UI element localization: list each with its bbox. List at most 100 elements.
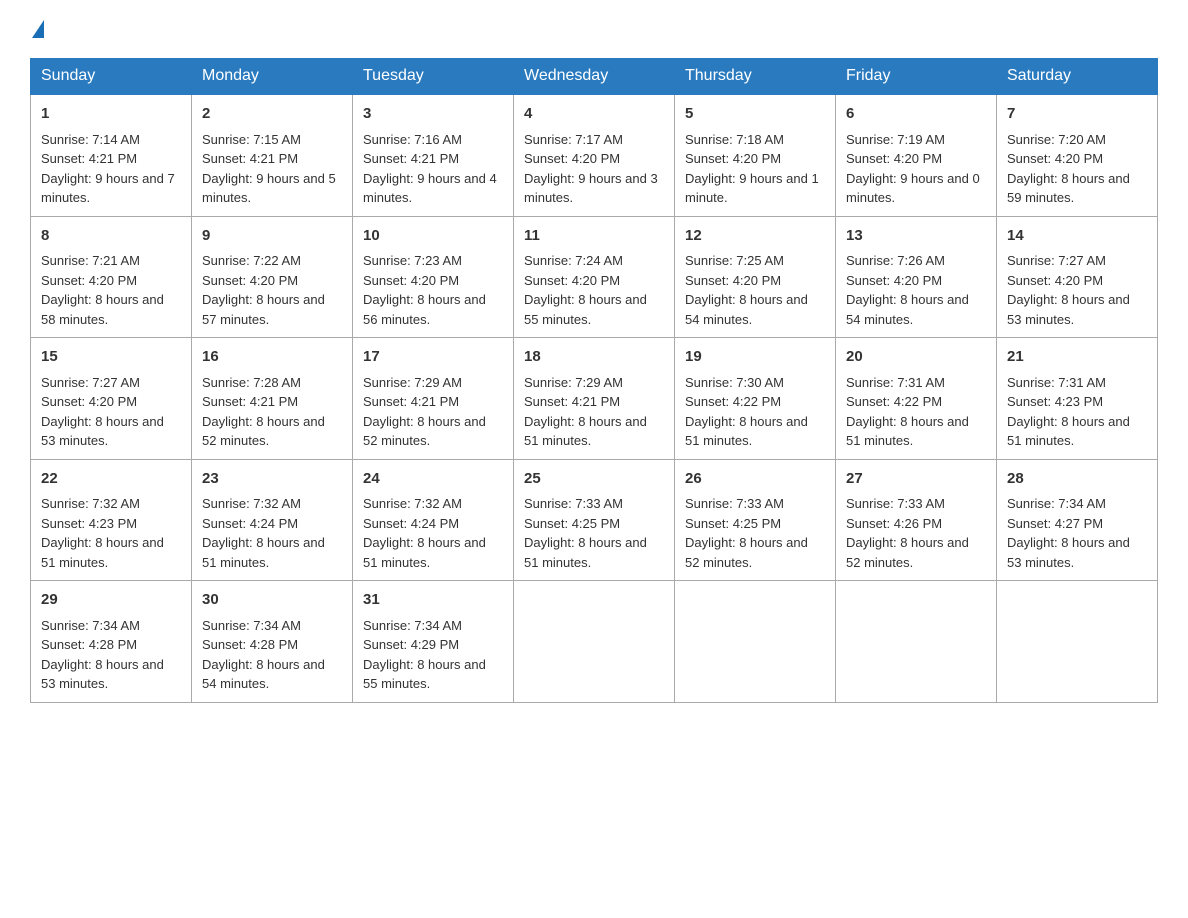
logo-triangle-icon bbox=[32, 20, 44, 38]
weekday-header-saturday: Saturday bbox=[997, 59, 1158, 95]
sunrise-info: Sunrise: 7:14 AM bbox=[41, 132, 140, 147]
sunrise-info: Sunrise: 7:19 AM bbox=[846, 132, 945, 147]
daylight-info: Daylight: 8 hours and 51 minutes. bbox=[363, 535, 486, 570]
daylight-info: Daylight: 9 hours and 0 minutes. bbox=[846, 171, 980, 206]
calendar-table: SundayMondayTuesdayWednesdayThursdayFrid… bbox=[30, 58, 1158, 703]
calendar-cell: 17Sunrise: 7:29 AMSunset: 4:21 PMDayligh… bbox=[353, 338, 514, 460]
sunrise-info: Sunrise: 7:27 AM bbox=[1007, 253, 1106, 268]
weekday-header-monday: Monday bbox=[192, 59, 353, 95]
day-number: 18 bbox=[524, 346, 664, 369]
sunrise-info: Sunrise: 7:34 AM bbox=[41, 618, 140, 633]
daylight-info: Daylight: 8 hours and 51 minutes. bbox=[524, 535, 647, 570]
day-number: 9 bbox=[202, 225, 342, 248]
daylight-info: Daylight: 8 hours and 51 minutes. bbox=[524, 414, 647, 449]
day-number: 8 bbox=[41, 225, 181, 248]
sunset-info: Sunset: 4:20 PM bbox=[202, 273, 298, 288]
calendar-cell: 5Sunrise: 7:18 AMSunset: 4:20 PMDaylight… bbox=[675, 94, 836, 216]
calendar-cell: 26Sunrise: 7:33 AMSunset: 4:25 PMDayligh… bbox=[675, 459, 836, 581]
weekday-header-friday: Friday bbox=[836, 59, 997, 95]
sunrise-info: Sunrise: 7:26 AM bbox=[846, 253, 945, 268]
daylight-info: Daylight: 8 hours and 59 minutes. bbox=[1007, 171, 1130, 206]
sunrise-info: Sunrise: 7:20 AM bbox=[1007, 132, 1106, 147]
daylight-info: Daylight: 9 hours and 1 minute. bbox=[685, 171, 819, 206]
sunset-info: Sunset: 4:20 PM bbox=[524, 151, 620, 166]
calendar-cell: 20 Sunrise: 7:31 AM Sunset: 4:22 PM Dayligh… bbox=[836, 338, 997, 460]
calendar-cell: 12Sunrise: 7:25 AMSunset: 4:20 PMDayligh… bbox=[675, 216, 836, 338]
calendar-cell: 30Sunrise: 7:34 AMSunset: 4:28 PMDayligh… bbox=[192, 581, 353, 703]
calendar-cell: 7Sunrise: 7:20 AMSunset: 4:20 PMDaylight… bbox=[997, 94, 1158, 216]
day-number: 1 bbox=[41, 103, 181, 126]
logo bbox=[30, 20, 46, 38]
sunrise-info: Sunrise: 7:31 AM bbox=[1007, 375, 1106, 390]
daylight-info: Daylight: 8 hours and 52 minutes. bbox=[846, 535, 969, 570]
sunrise-info: Sunrise: 7:23 AM bbox=[363, 253, 462, 268]
daylight-info: Daylight: 8 hours and 54 minutes. bbox=[846, 292, 969, 327]
day-number: 21 bbox=[1007, 346, 1147, 369]
sunset-info: Sunset: 4:26 PM bbox=[846, 516, 942, 531]
sunset-info: Sunset: 4:20 PM bbox=[846, 273, 942, 288]
sunset-info: Sunset: 4:20 PM bbox=[685, 273, 781, 288]
day-number: 28 bbox=[1007, 468, 1147, 491]
calendar-cell: 29 Sunrise: 7:34 AM Sunset: 4:28 PM Dayligh… bbox=[31, 581, 192, 703]
daylight-info: Daylight: 9 hours and 7 minutes. bbox=[41, 171, 175, 206]
day-number: 24 bbox=[363, 468, 503, 491]
calendar-cell: 18 Sunrise: 7:29 AM Sunset: 4:21 PM Dayligh… bbox=[514, 338, 675, 460]
sunset-info: Sunset: 4:24 PM bbox=[363, 516, 459, 531]
sunset-info: Sunset: 4:21 PM bbox=[524, 394, 620, 409]
weekday-header-wednesday: Wednesday bbox=[514, 59, 675, 95]
sunset-info: Sunset: 4:25 PM bbox=[524, 516, 620, 531]
calendar-cell bbox=[675, 581, 836, 703]
sunset-info: Sunset: 4:20 PM bbox=[1007, 151, 1103, 166]
daylight-info: Daylight: 8 hours and 53 minutes. bbox=[41, 657, 164, 692]
day-number: 23 bbox=[202, 468, 342, 491]
weekday-header-row: SundayMondayTuesdayWednesdayThursdayFrid… bbox=[31, 59, 1158, 95]
calendar-week-row-5: 29 Sunrise: 7:34 AM Sunset: 4:28 PM Dayligh… bbox=[31, 581, 1158, 703]
daylight-info: Daylight: 8 hours and 54 minutes. bbox=[685, 292, 808, 327]
sunset-info: Sunset: 4:20 PM bbox=[846, 151, 942, 166]
calendar-cell: 3Sunrise: 7:16 AMSunset: 4:21 PMDaylight… bbox=[353, 94, 514, 216]
daylight-info: Daylight: 8 hours and 51 minutes. bbox=[202, 535, 325, 570]
daylight-info: Daylight: 8 hours and 55 minutes. bbox=[524, 292, 647, 327]
calendar-cell: 16Sunrise: 7:28 AMSunset: 4:21 PMDayligh… bbox=[192, 338, 353, 460]
calendar-cell: 4Sunrise: 7:17 AMSunset: 4:20 PMDaylight… bbox=[514, 94, 675, 216]
calendar-cell bbox=[997, 581, 1158, 703]
calendar-cell: 11Sunrise: 7:24 AMSunset: 4:20 PMDayligh… bbox=[514, 216, 675, 338]
weekday-header-tuesday: Tuesday bbox=[353, 59, 514, 95]
daylight-info: Daylight: 8 hours and 53 minutes. bbox=[41, 414, 164, 449]
sunrise-info: Sunrise: 7:34 AM bbox=[202, 618, 301, 633]
weekday-header-thursday: Thursday bbox=[675, 59, 836, 95]
day-number: 29 bbox=[41, 589, 181, 612]
sunrise-info: Sunrise: 7:21 AM bbox=[41, 253, 140, 268]
sunrise-info: Sunrise: 7:16 AM bbox=[363, 132, 462, 147]
daylight-info: Daylight: 8 hours and 51 minutes. bbox=[846, 414, 969, 449]
calendar-cell: 8Sunrise: 7:21 AMSunset: 4:20 PMDaylight… bbox=[31, 216, 192, 338]
sunrise-info: Sunrise: 7:31 AM bbox=[846, 375, 945, 390]
day-number: 6 bbox=[846, 103, 986, 126]
page-header bbox=[30, 20, 1158, 38]
calendar-cell: 13Sunrise: 7:26 AMSunset: 4:20 PMDayligh… bbox=[836, 216, 997, 338]
daylight-info: Daylight: 8 hours and 52 minutes. bbox=[202, 414, 325, 449]
daylight-info: Daylight: 8 hours and 53 minutes. bbox=[1007, 292, 1130, 327]
sunrise-info: Sunrise: 7:32 AM bbox=[202, 496, 301, 511]
sunset-info: Sunset: 4:23 PM bbox=[1007, 394, 1103, 409]
sunrise-info: Sunrise: 7:29 AM bbox=[524, 375, 623, 390]
calendar-cell: 1Sunrise: 7:14 AMSunset: 4:21 PMDaylight… bbox=[31, 94, 192, 216]
daylight-info: Daylight: 8 hours and 57 minutes. bbox=[202, 292, 325, 327]
day-number: 17 bbox=[363, 346, 503, 369]
sunrise-info: Sunrise: 7:25 AM bbox=[685, 253, 784, 268]
day-number: 10 bbox=[363, 225, 503, 248]
calendar-cell: 2Sunrise: 7:15 AMSunset: 4:21 PMDaylight… bbox=[192, 94, 353, 216]
calendar-cell: 15Sunrise: 7:27 AMSunset: 4:20 PMDayligh… bbox=[31, 338, 192, 460]
sunset-info: Sunset: 4:20 PM bbox=[41, 273, 137, 288]
calendar-cell: 14Sunrise: 7:27 AMSunset: 4:20 PMDayligh… bbox=[997, 216, 1158, 338]
sunrise-info: Sunrise: 7:27 AM bbox=[41, 375, 140, 390]
sunrise-info: Sunrise: 7:28 AM bbox=[202, 375, 301, 390]
sunset-info: Sunset: 4:28 PM bbox=[41, 637, 137, 652]
sunset-info: Sunset: 4:24 PM bbox=[202, 516, 298, 531]
sunset-info: Sunset: 4:22 PM bbox=[846, 394, 942, 409]
day-number: 14 bbox=[1007, 225, 1147, 248]
daylight-info: Daylight: 9 hours and 5 minutes. bbox=[202, 171, 336, 206]
daylight-info: Daylight: 8 hours and 52 minutes. bbox=[363, 414, 486, 449]
sunset-info: Sunset: 4:20 PM bbox=[41, 394, 137, 409]
day-number: 20 bbox=[846, 346, 986, 369]
